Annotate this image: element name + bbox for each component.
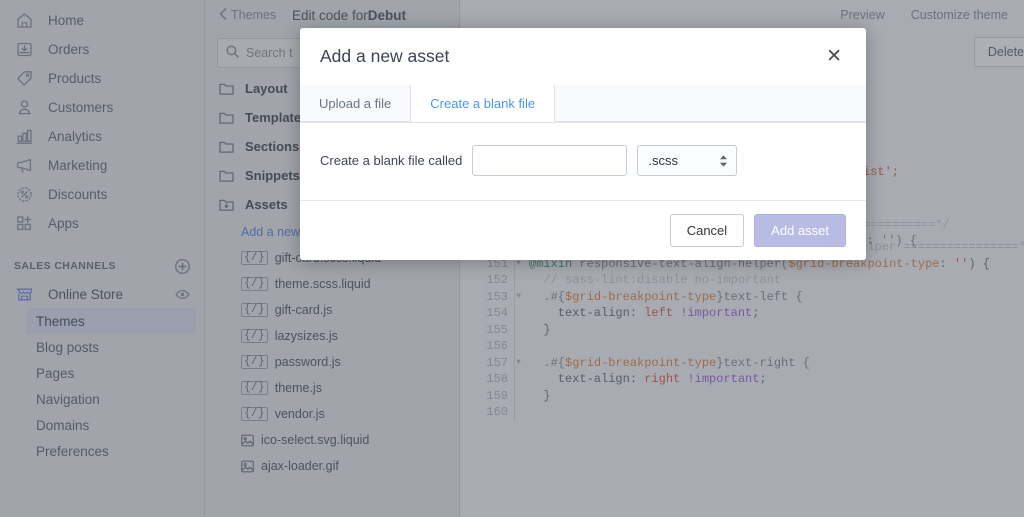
add-new-asset-modal: Add a new asset ✕ Upload a file Create a … [300, 28, 866, 260]
add-asset-button[interactable]: Add asset [754, 214, 846, 247]
chevron-updown-icon [719, 154, 728, 167]
modal-header: Add a new asset ✕ [300, 28, 866, 85]
modal-footer: Cancel Add asset [300, 200, 866, 260]
tab-create-a-blank-file[interactable]: Create a blank file [411, 85, 556, 122]
close-icon[interactable]: ✕ [820, 43, 848, 70]
extension-value: .scss [648, 153, 678, 168]
cancel-button[interactable]: Cancel [669, 214, 745, 247]
extension-select[interactable]: .scss [637, 145, 738, 176]
filename-field-label: Create a blank file called [320, 153, 463, 168]
app-screen: Home Orders Products Customers Analytics Mark… [0, 0, 1024, 517]
modal-title: Add a new asset [320, 46, 450, 66]
tab-upload-a-file[interactable]: Upload a file [300, 85, 412, 122]
filename-input[interactable] [472, 145, 628, 176]
modal-tabs: Upload a file Create a blank file [300, 85, 866, 123]
modal-body: Create a blank file called .scss [300, 123, 866, 200]
tab-bar-filler [555, 85, 866, 122]
